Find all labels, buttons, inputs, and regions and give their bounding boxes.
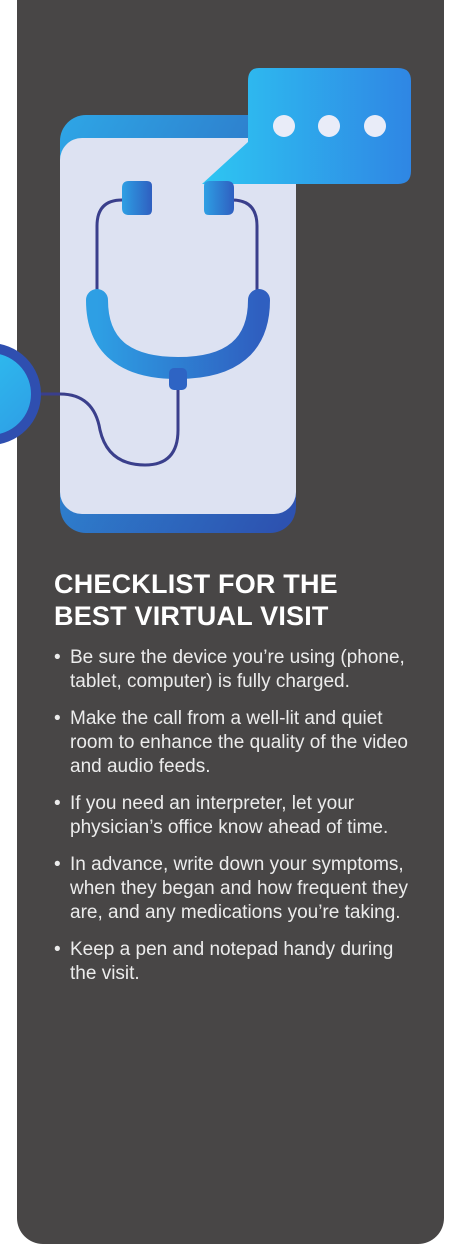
bullet: •: [54, 854, 61, 875]
checklist-item-text: If you need an interpreter, let your phy…: [70, 793, 389, 838]
bullet: •: [54, 793, 61, 814]
checklist-heading: CHECKLIST FOR THE BEST VIRTUAL VISIT: [54, 568, 424, 632]
checklist: • Be sure the device you’re using (phone…: [54, 646, 424, 986]
checklist-item: • In advance, write down your symptoms, …: [54, 853, 424, 925]
telehealth-illustration: [0, 68, 411, 533]
checklist-item: • Make the call from a well-lit and quie…: [54, 707, 424, 779]
bullet: •: [54, 708, 61, 729]
heading-line-2: BEST VIRTUAL VISIT: [54, 601, 329, 631]
checklist-item: • If you need an interpreter, let your p…: [54, 792, 424, 840]
checklist-item-text: In advance, write down your symptoms, wh…: [70, 854, 409, 923]
bullet: •: [54, 939, 61, 960]
checklist-item: • Keep a pen and notepad handy during th…: [54, 938, 424, 986]
checklist-item: • Be sure the device you’re using (phone…: [54, 646, 424, 694]
checklist-item-text: Be sure the device you’re using (phone, …: [70, 647, 405, 692]
checklist-item-text: Make the call from a well-lit and quiet …: [70, 708, 409, 777]
heading-line-1: CHECKLIST FOR THE: [54, 569, 338, 599]
checklist-item-text: Keep a pen and notepad handy during the …: [70, 939, 394, 984]
bullet: •: [54, 647, 61, 668]
checklist-content: CHECKLIST FOR THE BEST VIRTUAL VISIT • B…: [54, 568, 424, 999]
